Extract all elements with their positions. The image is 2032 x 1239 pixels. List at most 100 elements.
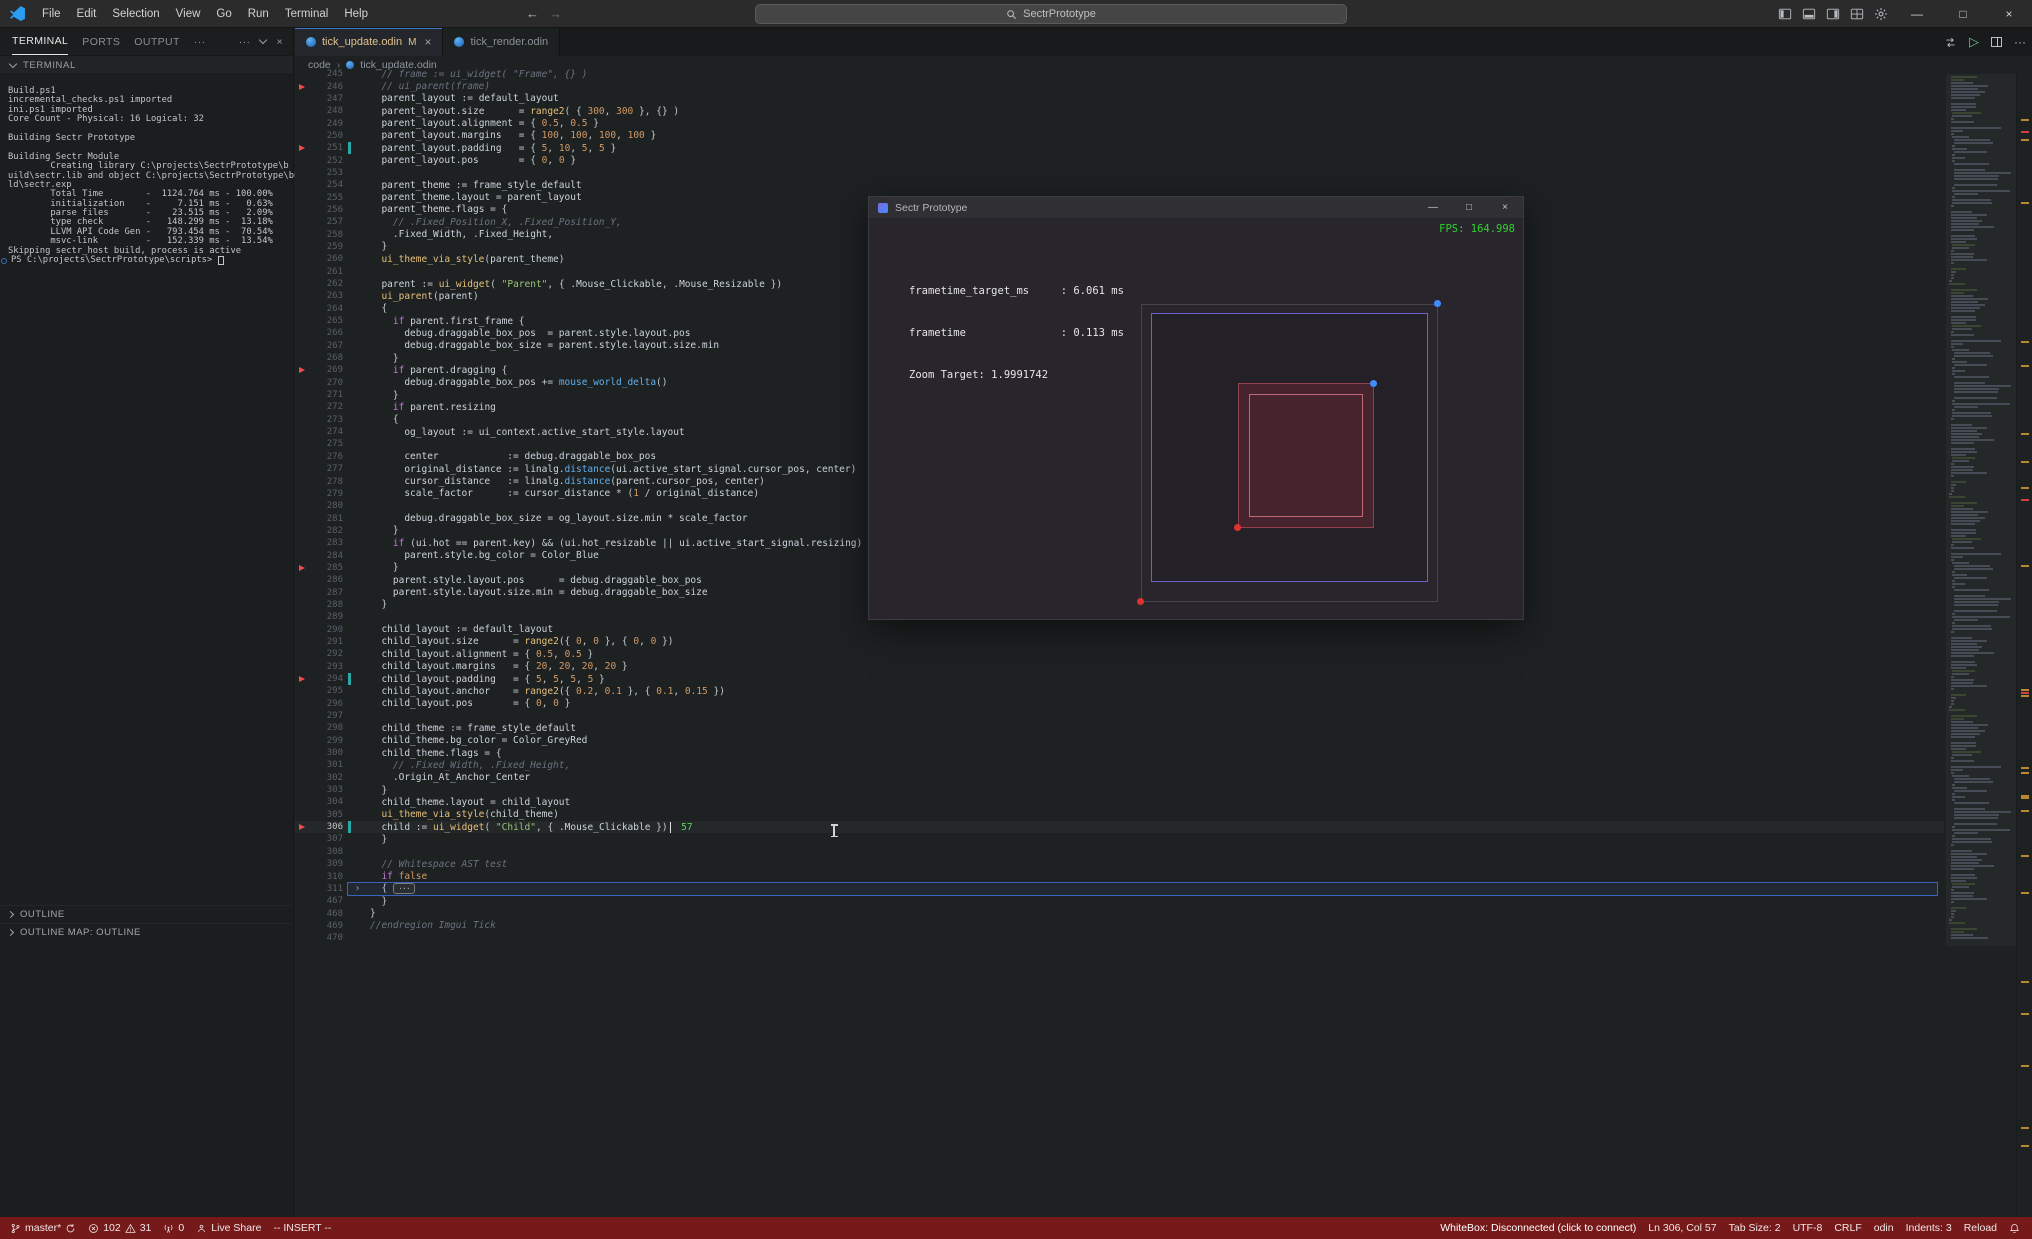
code-line-254[interactable]: 254 parent_theme := frame_style_default xyxy=(295,179,1944,191)
overlay-close-button[interactable]: × xyxy=(1487,197,1523,219)
overlay-minimize-button[interactable]: — xyxy=(1415,197,1451,219)
code-text[interactable]: ui_parent(parent) xyxy=(370,291,478,302)
close-tab-icon[interactable]: × xyxy=(424,35,431,49)
tab-tick-render[interactable]: tick_render.odin xyxy=(443,28,561,56)
code-text[interactable]: } xyxy=(370,353,399,364)
code-text[interactable]: } xyxy=(370,896,387,907)
code-line-304[interactable]: 304 child_theme.layout = child_layout xyxy=(295,796,1944,808)
close-button[interactable]: × xyxy=(1986,0,2032,28)
code-line-248[interactable]: 248 parent_layout.size = range2( { 300, … xyxy=(295,105,1944,117)
status-ports[interactable]: 0 xyxy=(157,1217,190,1239)
code-text[interactable]: parent_layout.alignment = { 0.5, 0.5 } xyxy=(370,118,599,129)
code-line-298[interactable]: 298 child_theme := frame_style_default xyxy=(295,722,1944,734)
code-text[interactable]: if parent.resizing xyxy=(370,402,496,413)
code-text[interactable]: } xyxy=(370,390,399,401)
code-line-253[interactable]: 253 xyxy=(295,167,1944,179)
code-text[interactable]: // .Fixed_Position_X, .Fixed_Position_Y, xyxy=(370,217,622,228)
code-text[interactable]: child_theme.bg_color = Color_GreyRed xyxy=(370,735,587,746)
code-text[interactable]: child_layout.margins = { 20, 20, 20, 20 … xyxy=(370,661,627,672)
sectr-prototype-window[interactable]: Sectr Prototype — □ × FPS: 164.998 frame… xyxy=(868,196,1524,620)
code-text[interactable]: } xyxy=(370,525,399,536)
code-text[interactable]: parent_theme.flags = { xyxy=(370,204,507,215)
code-text[interactable]: parent := ui_widget( "Parent", { .Mouse_… xyxy=(370,279,782,290)
panel-more-actions-icon[interactable]: ··· xyxy=(239,36,251,48)
code-text[interactable]: parent_layout.padding = { 5, 10, 5, 5 } xyxy=(370,143,616,154)
code-text[interactable]: parent.style.bg_color = Color_Blue xyxy=(370,550,599,561)
code-text[interactable]: //endregion Imgui Tick xyxy=(370,920,496,931)
code-text[interactable]: // frame := ui_widget( "Frame", {} ) xyxy=(370,69,587,80)
overview-ruler[interactable] xyxy=(2016,74,2032,1217)
code-text[interactable]: // ui_parent(frame) xyxy=(370,81,490,92)
code-text[interactable]: ui_theme_via_style(child_theme) xyxy=(370,809,558,820)
settings-gear-icon[interactable] xyxy=(1874,7,1888,21)
code-line-251[interactable]: 251 parent_layout.padding = { 5, 10, 5, … xyxy=(295,142,1944,155)
panel-chevron-down-icon[interactable] xyxy=(259,35,268,45)
code-text[interactable]: parent_layout.size = range2( { 300, 300 … xyxy=(370,106,679,117)
code-line-252[interactable]: 252 parent_layout.pos = { 0, 0 } xyxy=(295,154,1944,166)
code-line-291[interactable]: 291 child_layout.size = range2({ 0, 0 },… xyxy=(295,636,1944,648)
code-text[interactable]: } xyxy=(370,599,387,610)
code-line-309[interactable]: 309 // Whitespace AST test xyxy=(295,858,1944,870)
section-outline[interactable]: OUTLINE xyxy=(0,905,293,923)
tab-output[interactable]: OUTPUT xyxy=(134,28,180,55)
code-text[interactable]: og_layout := ui_context.active_start_sty… xyxy=(370,427,684,438)
code-line-296[interactable]: 296 child_layout.pos = { 0, 0 } xyxy=(295,698,1944,710)
code-line-250[interactable]: 250 parent_layout.margins = { 100, 100, … xyxy=(295,130,1944,142)
code-text[interactable]: debug.draggable_box_size = parent.style.… xyxy=(370,340,719,351)
fold-chevron-icon[interactable]: › xyxy=(351,883,364,894)
menu-item-help[interactable]: Help xyxy=(336,3,376,25)
menu-item-edit[interactable]: Edit xyxy=(69,3,105,25)
code-text[interactable]: debug.draggable_box_pos += mouse_world_d… xyxy=(370,377,667,388)
forward-arrow-icon[interactable]: → xyxy=(549,6,562,21)
code-text[interactable]: .Origin_At_Anchor_Center xyxy=(370,772,530,783)
more-tabs-icon[interactable]: ··· xyxy=(194,28,206,55)
status-language[interactable]: odin xyxy=(1868,1217,1900,1239)
code-text[interactable]: child_theme.flags = { xyxy=(370,748,501,759)
tab-tick-update[interactable]: tick_update.odin M × xyxy=(295,28,444,56)
code-line-293[interactable]: 293 child_layout.margins = { 20, 20, 20,… xyxy=(295,661,1944,673)
code-line-249[interactable]: 249 parent_layout.alignment = { 0.5, 0.5… xyxy=(295,117,1944,129)
status-indents[interactable]: Indents: 3 xyxy=(1900,1217,1958,1239)
code-text[interactable]: if (ui.hot == parent.key) && (ui.hot_res… xyxy=(370,538,874,549)
run-file-button[interactable]: ▷ xyxy=(1969,34,1979,50)
code-text[interactable]: parent_layout := default_layout xyxy=(370,93,558,104)
code-text[interactable]: { xyxy=(370,303,387,314)
menu-item-run[interactable]: Run xyxy=(240,3,277,25)
code-line-300[interactable]: 300 child_theme.flags = { xyxy=(295,747,1944,759)
code-line-311[interactable]: 311 › {··· xyxy=(295,881,1944,897)
code-line-470[interactable]: 470 xyxy=(295,932,1944,944)
child-widget-box[interactable] xyxy=(1238,383,1374,528)
more-actions-icon[interactable]: ··· xyxy=(2014,35,2026,49)
code-line-305[interactable]: 305 ui_theme_via_style(child_theme) xyxy=(295,809,1944,821)
code-line-294[interactable]: 294 child_layout.padding = { 5, 5, 5, 5 … xyxy=(295,672,1944,686)
status-branch[interactable]: master* xyxy=(4,1217,82,1239)
back-arrow-icon[interactable]: ← xyxy=(526,6,539,21)
code-line-302[interactable]: 302 .Origin_At_Anchor_Center xyxy=(295,772,1944,784)
code-text[interactable]: if parent.first_frame { xyxy=(370,316,525,327)
code-line-246[interactable]: 246 // ui_parent(frame) xyxy=(295,80,1944,92)
code-line-308[interactable]: 308 xyxy=(295,846,1944,858)
terminal-section-header[interactable]: TERMINAL xyxy=(0,55,293,75)
code-text[interactable]: { xyxy=(370,883,387,894)
code-text[interactable]: child_layout.alignment = { 0.5, 0.5 } xyxy=(370,649,593,660)
code-text[interactable]: parent_theme := frame_style_default xyxy=(370,180,581,191)
section-outline-map[interactable]: OUTLINE MAP: OUTLINE xyxy=(0,923,293,941)
menu-item-file[interactable]: File xyxy=(34,3,69,25)
toggle-secondary-sidebar-icon[interactable] xyxy=(1826,7,1840,21)
code-line-306[interactable]: 306 child := ui_widget( "Child", { .Mous… xyxy=(295,820,1944,834)
code-text[interactable]: } xyxy=(370,785,387,796)
minimize-button[interactable]: — xyxy=(1894,0,1940,28)
status-reload[interactable]: Reload xyxy=(1958,1217,2003,1239)
code-text[interactable]: child_layout := default_layout xyxy=(370,624,553,635)
toggle-panel-icon[interactable] xyxy=(1802,7,1816,21)
minimap[interactable] xyxy=(1946,74,2016,1217)
code-text[interactable]: { xyxy=(370,414,399,425)
code-text[interactable]: parent.style.layout.size.min = debug.dra… xyxy=(370,587,708,598)
code-line-292[interactable]: 292 child_layout.alignment = { 0.5, 0.5 … xyxy=(295,648,1944,660)
code-text[interactable]: parent_layout.margins = { 100, 100, 100,… xyxy=(370,130,656,141)
code-text[interactable]: scale_factor := cursor_distance * (1 / o… xyxy=(370,488,759,499)
code-line-247[interactable]: 247 parent_layout := default_layout xyxy=(295,93,1944,105)
code-text[interactable]: child_theme := frame_style_default xyxy=(370,723,576,734)
status-tab-size[interactable]: Tab Size: 2 xyxy=(1723,1217,1787,1239)
panel-close-icon[interactable]: × xyxy=(276,36,283,48)
